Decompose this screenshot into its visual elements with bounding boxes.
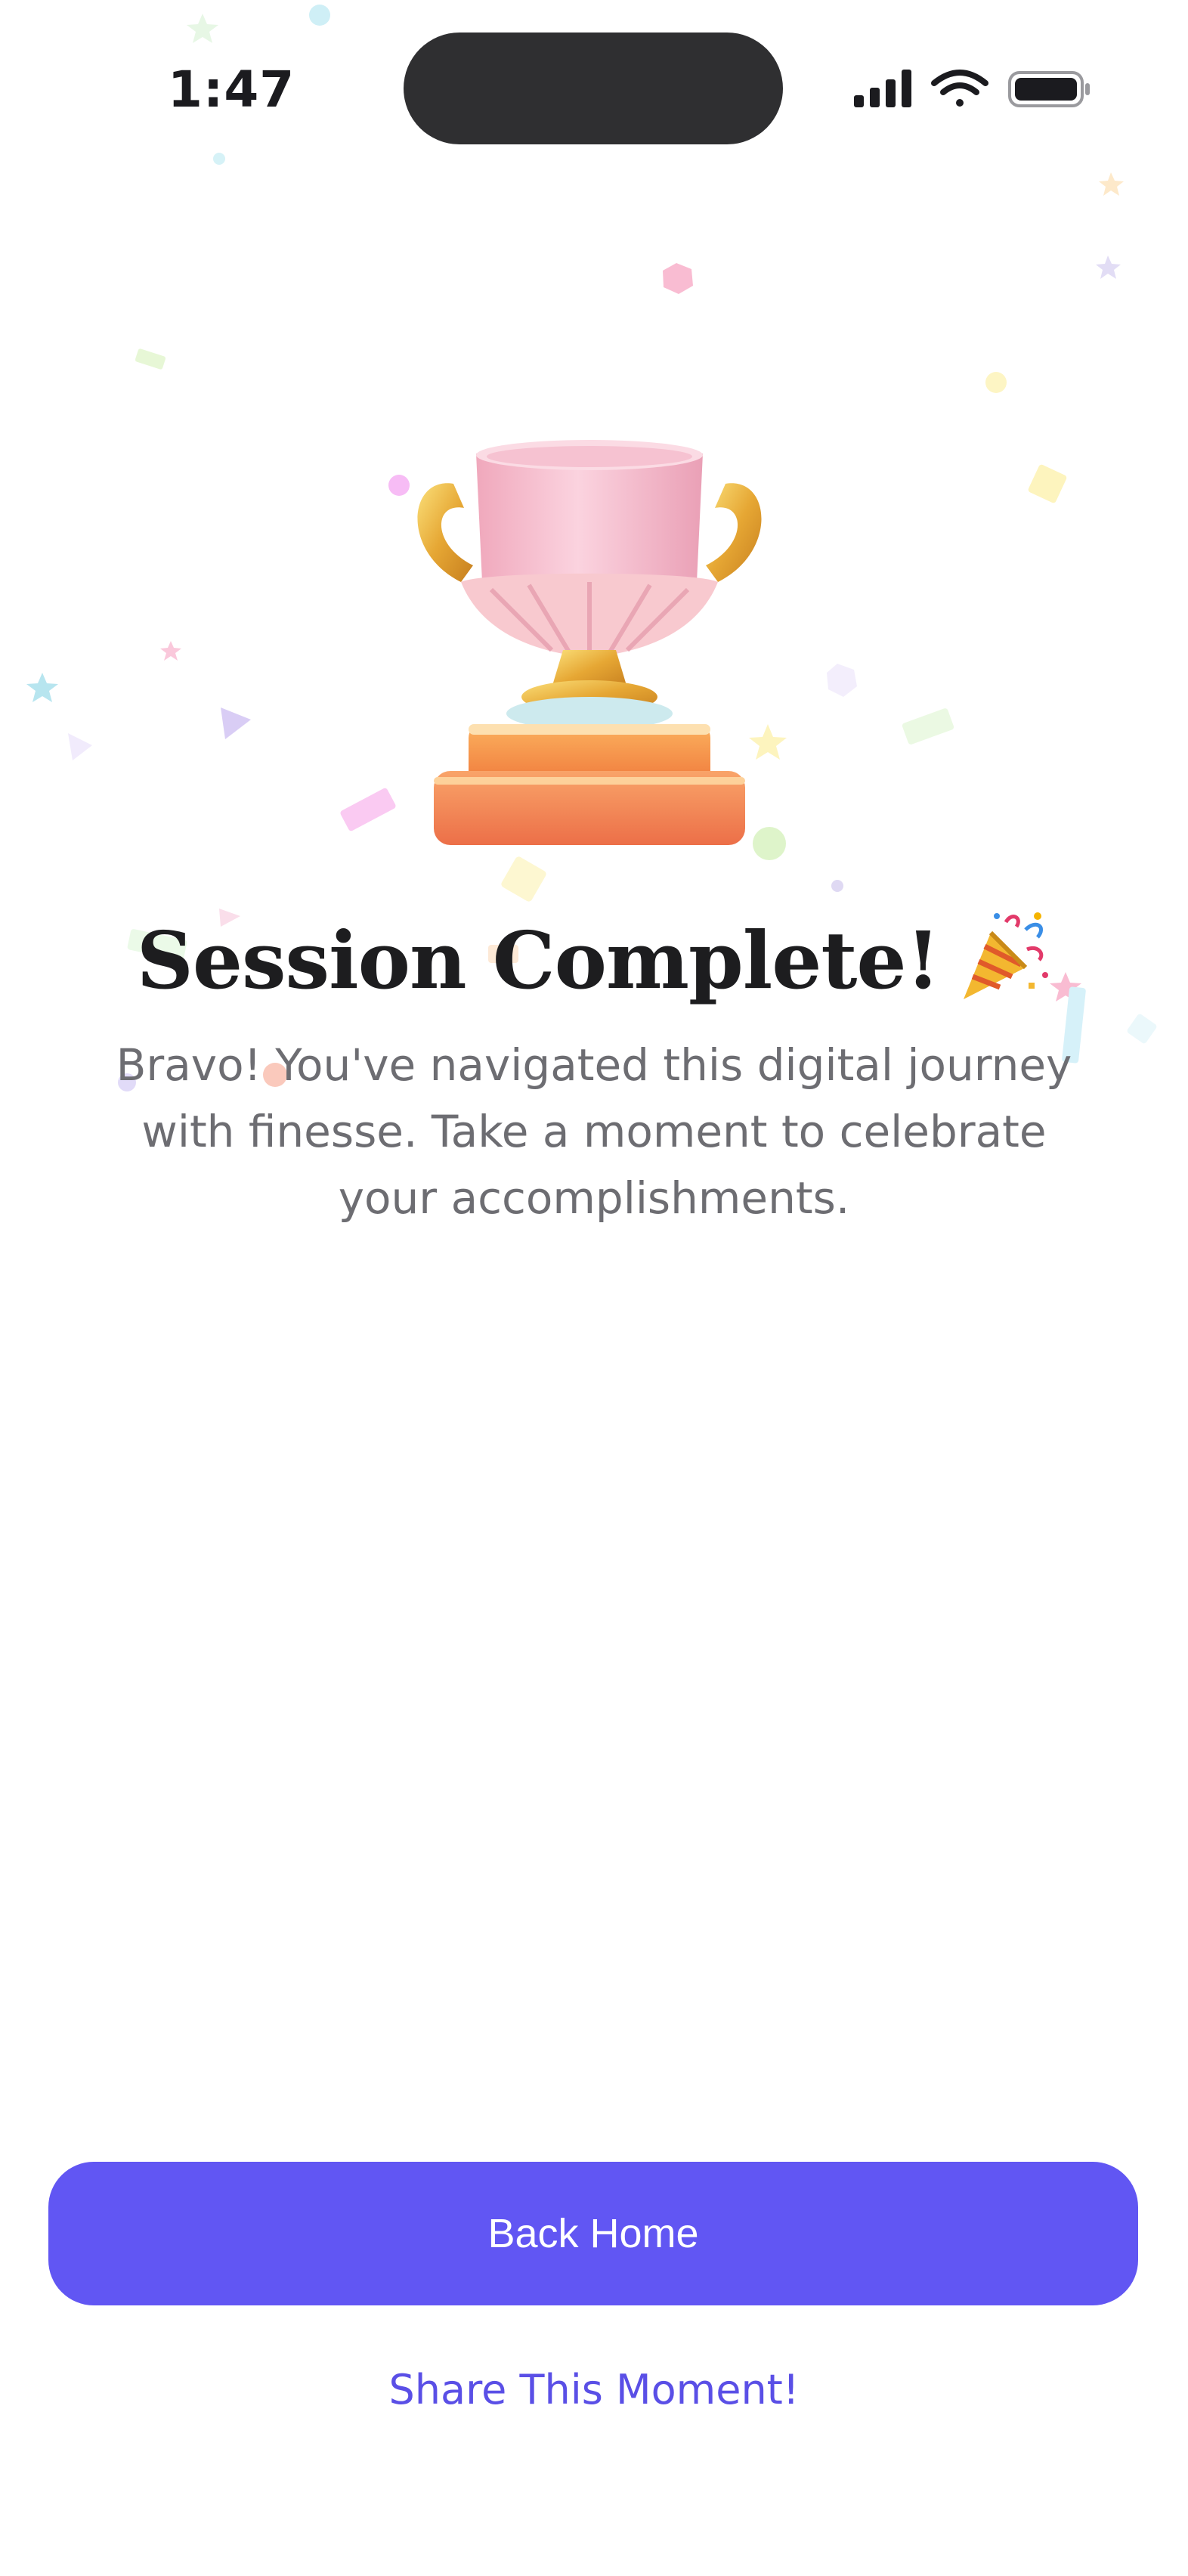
page-title: Session Complete! <box>136 913 941 1007</box>
title-row: Session Complete! <box>0 903 1188 1017</box>
session-complete-screen: 1:47 Session Complete! Bravo! You've nav… <box>0 0 1188 2576</box>
trophy-icon <box>417 440 762 845</box>
share-moment-link[interactable]: Share This Moment! <box>0 2366 1188 2413</box>
back-home-label: Back Home <box>487 2211 699 2256</box>
party-popper-icon <box>964 912 1049 999</box>
back-home-button[interactable]: Back Home <box>48 2162 1138 2305</box>
completion-message: Bravo! You've navigated this digital jou… <box>116 1039 1072 1224</box>
